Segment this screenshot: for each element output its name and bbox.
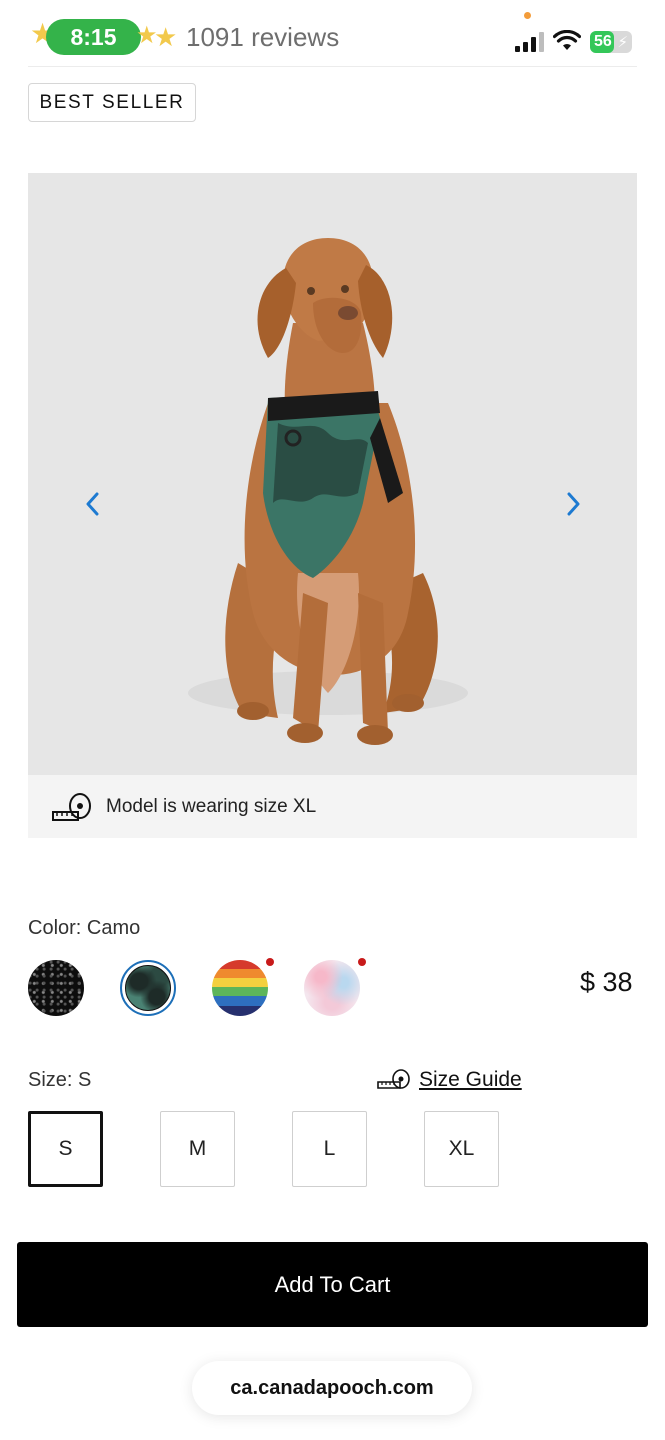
size-guide-label[interactable]: Size Guide bbox=[419, 1068, 522, 1092]
measuring-tape-icon bbox=[52, 792, 91, 821]
product-image[interactable] bbox=[28, 173, 637, 775]
best-seller-badge: BEST SELLER bbox=[28, 83, 196, 122]
privacy-indicator bbox=[524, 12, 531, 19]
new-indicator bbox=[358, 958, 366, 966]
wifi-icon bbox=[553, 30, 581, 50]
status-time: 8:15 bbox=[46, 19, 141, 55]
size-option-s[interactable]: S bbox=[28, 1111, 103, 1187]
color-swatch-rainbow[interactable] bbox=[212, 958, 274, 1016]
chevron-right-icon[interactable] bbox=[560, 489, 586, 519]
star-icon: ★ bbox=[154, 22, 178, 52]
color-label: Color: Camo bbox=[28, 917, 141, 939]
size-option-l[interactable]: L bbox=[292, 1111, 367, 1187]
browser-url-bar[interactable]: ca.canadapooch.com bbox=[192, 1361, 472, 1415]
color-swatch-black-speckle[interactable] bbox=[28, 960, 84, 1016]
measuring-tape-icon bbox=[377, 1069, 410, 1089]
battery-icon: 56 ⚡ bbox=[590, 31, 632, 53]
color-swatch-pastel-tie-dye[interactable] bbox=[304, 958, 366, 1016]
color-swatch-camo[interactable] bbox=[120, 960, 176, 1016]
size-label: Size: S bbox=[28, 1069, 92, 1091]
cellular-signal-icon bbox=[515, 32, 545, 52]
header-divider bbox=[28, 66, 637, 67]
dog-in-harness-illustration bbox=[188, 238, 468, 745]
chevron-left-icon[interactable] bbox=[80, 489, 106, 519]
size-option-m[interactable]: M bbox=[160, 1111, 235, 1187]
model-size-note: Model is wearing size XL bbox=[28, 775, 637, 838]
add-to-cart-button[interactable]: Add To Cart bbox=[17, 1242, 648, 1327]
size-guide-link[interactable]: Size Guide bbox=[376, 1068, 522, 1092]
battery-level: 56 bbox=[594, 33, 612, 50]
product-price: $ 38 bbox=[580, 967, 633, 997]
new-indicator bbox=[266, 958, 274, 966]
model-size-text: Model is wearing size XL bbox=[106, 795, 317, 817]
status-bar: ★ 8:15 ★ ★ 1091 reviews 56 ⚡ bbox=[0, 0, 665, 66]
reviews-count[interactable]: 1091 reviews bbox=[186, 22, 339, 53]
size-option-xl[interactable]: XL bbox=[424, 1111, 499, 1187]
charging-bolt-icon: ⚡ bbox=[617, 34, 628, 51]
